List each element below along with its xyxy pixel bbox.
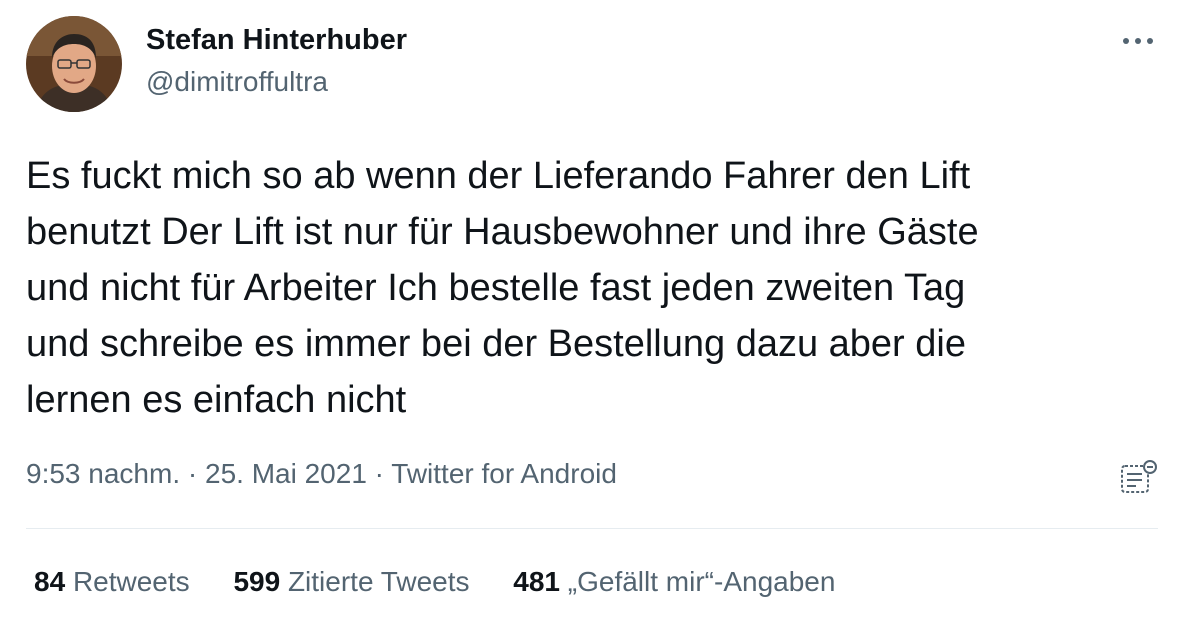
more-options-button[interactable] bbox=[1116, 26, 1160, 56]
retweets-stat[interactable]: 84 Retweets bbox=[34, 566, 190, 598]
tweet-stats: 84 Retweets 599 Zitierte Tweets 481 „Gef… bbox=[34, 566, 871, 598]
likes-count: 481 bbox=[513, 566, 560, 597]
tweet-meta: 9:53 nachm. · 25. Mai 2021 · Twitter for… bbox=[26, 458, 617, 490]
divider bbox=[26, 528, 1158, 529]
quote-tweets-stat[interactable]: 599 Zitierte Tweets bbox=[233, 566, 469, 598]
retweets-count: 84 bbox=[34, 566, 66, 597]
likes-stat[interactable]: 481 „Gefällt mir“-Angaben bbox=[513, 566, 835, 598]
analytics-icon bbox=[1121, 460, 1157, 493]
tweet-card: Stefan Hinterhuber @dimitroffultra Es fu… bbox=[0, 0, 1186, 628]
quote-tweets-label: Zitierte Tweets bbox=[287, 566, 470, 597]
retweets-label: Retweets bbox=[72, 566, 190, 597]
tweet-date[interactable]: 25. Mai 2021 bbox=[205, 458, 367, 489]
meta-separator: · bbox=[187, 458, 198, 489]
tweet-text: Es fuckt mich so ab wenn der Lieferando … bbox=[26, 155, 979, 421]
more-horizontal-icon bbox=[1123, 38, 1153, 44]
display-name[interactable]: Stefan Hinterhuber bbox=[146, 24, 407, 57]
tweet-time[interactable]: 9:53 nachm. bbox=[26, 458, 180, 489]
user-handle[interactable]: @dimitroffultra bbox=[146, 66, 328, 98]
likes-label: „Gefällt mir“-Angaben bbox=[567, 566, 836, 597]
analytics-button[interactable] bbox=[1118, 458, 1160, 496]
quote-tweets-count: 599 bbox=[233, 566, 281, 597]
tweet-source[interactable]: Twitter for Android bbox=[391, 458, 617, 489]
avatar[interactable] bbox=[26, 16, 122, 112]
meta-separator: · bbox=[374, 458, 384, 489]
